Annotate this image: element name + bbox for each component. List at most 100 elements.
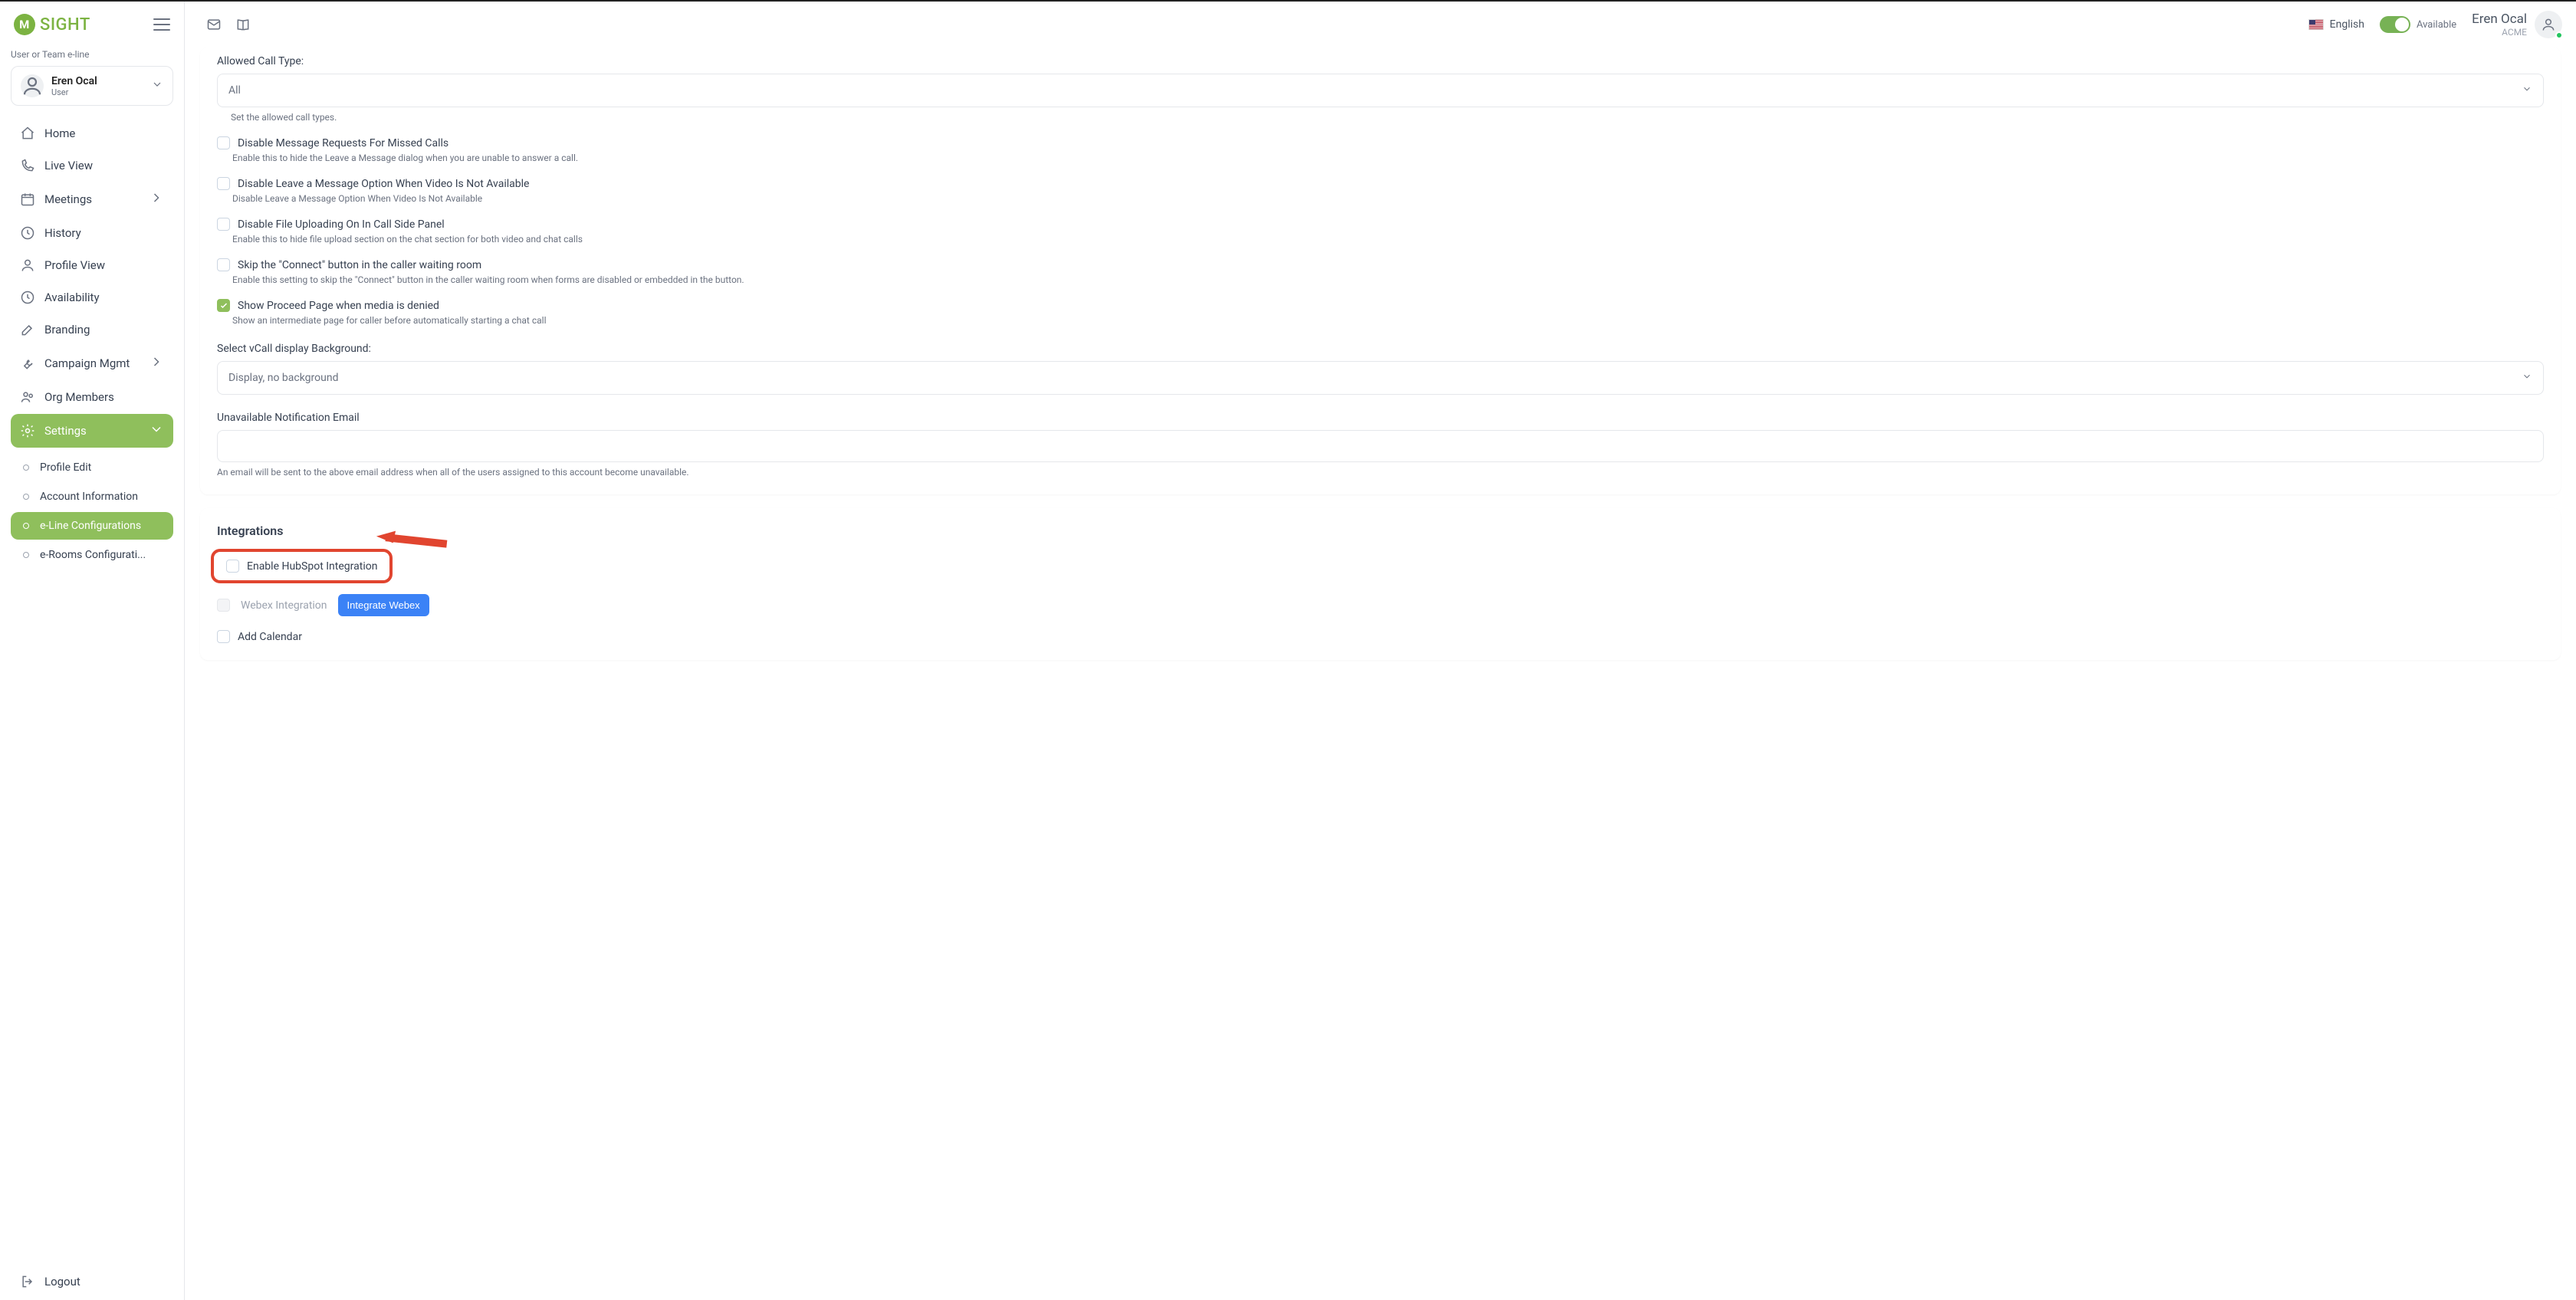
nav-branding[interactable]: Branding — [11, 314, 173, 345]
nav-history[interactable]: History — [11, 218, 173, 248]
logo[interactable]: M SIGHT — [14, 14, 90, 35]
subnav-erooms-config[interactable]: e-Rooms Configurati... — [11, 541, 173, 569]
checkbox[interactable] — [217, 136, 230, 149]
subnav-eline-config[interactable]: e-Line Configurations — [11, 512, 173, 540]
hubspot-label: Enable HubSpot Integration — [247, 560, 377, 573]
check-label: Disable Leave a Message Option When Vide… — [238, 178, 529, 190]
calendar-row: Add Calendar — [217, 630, 2544, 643]
chevron-right-icon — [149, 354, 164, 373]
arrow-annotation-icon — [367, 496, 455, 582]
phone-icon — [20, 158, 35, 173]
unavail-email-hint: An email will be sent to the above email… — [217, 467, 2544, 478]
hamburger-icon[interactable] — [153, 18, 170, 31]
check-desc: Enable this to hide file upload section … — [232, 234, 2544, 245]
nav-org-members[interactable]: Org Members — [11, 382, 173, 412]
chevron-down-icon — [151, 78, 163, 94]
check-label: Skip the "Connect" button in the caller … — [238, 259, 481, 271]
user-name: Eren Ocal — [2472, 11, 2527, 27]
vcall-bg-select[interactable]: Display, no background — [217, 361, 2544, 395]
chevron-right-icon — [149, 190, 164, 208]
subnav-label: Profile Edit — [40, 461, 91, 474]
subnav-label: e-Line Configurations — [40, 520, 141, 532]
nav-logout[interactable]: Logout — [11, 1266, 173, 1297]
checkbox-calendar[interactable] — [217, 630, 230, 643]
checkbox[interactable] — [217, 258, 230, 271]
user-menu[interactable]: Eren Ocal ACME — [2472, 11, 2562, 38]
chevron-down-icon — [149, 422, 164, 440]
checkbox[interactable] — [217, 299, 230, 312]
home-icon — [20, 126, 35, 141]
team-role: User — [51, 87, 143, 97]
nav-meetings[interactable]: Meetings — [11, 182, 173, 216]
sidebar-section-label: User or Team e-line — [0, 44, 184, 66]
check-desc: Enable this setting to skip the "Connect… — [232, 274, 2544, 285]
check-disable-missed-msg: Disable Message Requests For Missed Call… — [217, 136, 2544, 163]
subnav-profile-edit[interactable]: Profile Edit — [11, 454, 173, 481]
nav-label: Org Members — [44, 390, 114, 404]
nav-profile-view[interactable]: Profile View — [11, 250, 173, 281]
integrate-webex-button[interactable]: Integrate Webex — [338, 594, 429, 616]
check-skip-connect: Skip the "Connect" button in the caller … — [217, 258, 2544, 285]
gear-icon — [20, 423, 35, 438]
flag-us-icon — [2308, 19, 2324, 30]
language-selector[interactable]: English — [2308, 18, 2364, 31]
chevron-down-icon — [2522, 371, 2532, 385]
team-name: Eren Ocal — [51, 75, 143, 87]
language-label: English — [2330, 18, 2364, 31]
nav-label: Logout — [44, 1275, 80, 1289]
app-root: M SIGHT User or Team e-line Eren Ocal Us… — [0, 0, 2576, 1300]
check-label: Show Proceed Page when media is denied — [238, 300, 439, 312]
wrench-icon — [20, 356, 35, 371]
check-disable-leave-msg-novideo: Disable Leave a Message Option When Vide… — [217, 177, 2544, 204]
calendar-icon — [20, 192, 35, 207]
nav-live-view[interactable]: Live View — [11, 150, 173, 181]
nav-settings[interactable]: Settings — [11, 414, 173, 448]
clock-icon — [20, 225, 35, 241]
webex-label: Webex Integration — [241, 599, 327, 612]
integrations-title: Integrations — [217, 524, 2544, 538]
checkbox[interactable] — [217, 177, 230, 190]
unavail-email-input[interactable] — [217, 430, 2544, 462]
allowed-call-type-label: Allowed Call Type: — [217, 55, 2544, 67]
nav-label: Meetings — [44, 192, 92, 206]
users-icon — [20, 389, 35, 405]
check-desc: Disable Leave a Message Option When Vide… — [232, 193, 2544, 204]
bullet-icon — [23, 552, 29, 558]
check-proceed-page: Show Proceed Page when media is denied S… — [217, 299, 2544, 326]
nav-availability[interactable]: Availability — [11, 282, 173, 313]
checkbox[interactable] — [217, 218, 230, 231]
settings-submenu: Profile Edit Account Information e-Line … — [0, 451, 184, 575]
allowed-call-type-select[interactable]: All — [217, 74, 2544, 107]
book-icon[interactable] — [235, 17, 251, 32]
nav-label: Settings — [44, 424, 87, 438]
check-label: Disable File Uploading On In Call Side P… — [238, 218, 445, 231]
nav-label: History — [44, 226, 81, 240]
clock-icon — [20, 290, 35, 305]
nav-campaign-mgmt[interactable]: Campaign Mgmt — [11, 346, 173, 380]
nav-home[interactable]: Home — [11, 118, 173, 149]
mail-icon[interactable] — [206, 17, 222, 32]
team-info: Eren Ocal User — [51, 75, 143, 97]
availability-toggle[interactable] — [2380, 16, 2410, 33]
nav-label: Branding — [44, 323, 90, 336]
check-desc: Enable this to hide the Leave a Message … — [232, 153, 2544, 163]
settings-card: Allowed Call Type: All Set the allowed c… — [200, 48, 2561, 494]
checkbox-hubspot[interactable] — [226, 560, 239, 573]
select-value: All — [228, 84, 241, 97]
team-selector[interactable]: Eren Ocal User — [11, 66, 173, 106]
main-area: English Available Eren Ocal ACME — [185, 2, 2576, 1300]
logout-icon — [20, 1274, 35, 1289]
nav-label: Availability — [44, 291, 100, 304]
check-desc: Show an intermediate page for caller bef… — [232, 315, 2544, 326]
bullet-icon — [23, 494, 29, 500]
subnav-label: e-Rooms Configurati... — [40, 549, 146, 561]
sidebar-header: M SIGHT — [0, 2, 184, 44]
profile-icon — [20, 258, 35, 273]
unavail-email-label: Unavailable Notification Email — [217, 412, 2544, 424]
checkbox-webex[interactable] — [217, 599, 230, 612]
nav-label: Live View — [44, 159, 93, 172]
integrations-card: Integrations Enable HubSpot Integration … — [200, 508, 2561, 660]
subnav-account-info[interactable]: Account Information — [11, 483, 173, 510]
content-scroll[interactable]: Allowed Call Type: All Set the allowed c… — [185, 48, 2576, 1300]
highlight-annotation: Enable HubSpot Integration — [211, 549, 393, 583]
